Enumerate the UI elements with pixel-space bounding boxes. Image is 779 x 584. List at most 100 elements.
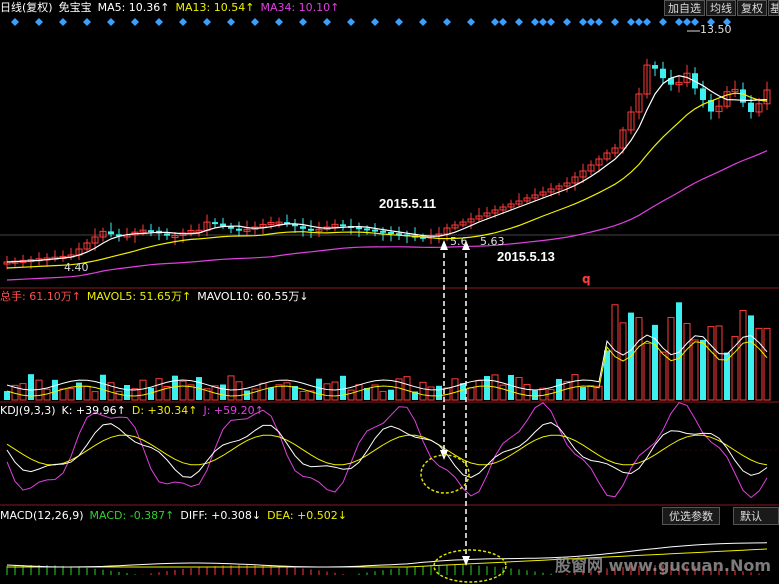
candle-down <box>372 229 378 232</box>
low-price-label-2: 5.63 <box>480 235 505 248</box>
signal-diamond <box>251 18 259 26</box>
ma5-value: MA5: 10.36↑ <box>97 1 170 14</box>
signal-diamond <box>443 18 451 26</box>
volume-bar-up <box>547 389 555 401</box>
signal-diamond <box>299 18 307 26</box>
volume-bar-up <box>515 377 523 401</box>
volume-bar-up <box>467 387 475 401</box>
signal-diamond <box>395 18 403 26</box>
kdj-k: K: +39.96↑ <box>61 404 126 417</box>
candle-down <box>300 226 306 229</box>
volume-bar-down <box>340 375 346 400</box>
signal-diamond <box>611 18 619 26</box>
optimal-params-button[interactable]: 优选参数 <box>662 507 720 525</box>
kdj-header: KDJ(9,3,3) K: +39.96↑ D: +30.34↑ J: +59.20↑ <box>0 403 270 419</box>
volume-bar-up <box>707 326 715 401</box>
signal-diamond <box>659 18 667 26</box>
candle-down <box>356 227 362 230</box>
highlight-ellipse-macd <box>433 549 507 583</box>
signal-diamond <box>35 18 43 26</box>
volume-bar-down <box>172 375 178 400</box>
signal-diamond <box>11 18 19 26</box>
signal-diamond <box>179 18 187 26</box>
signal-diamond <box>499 18 507 26</box>
macd-name: MACD(12,26,9) <box>0 509 84 522</box>
candle-down <box>700 88 706 101</box>
add-favorite-button[interactable]: 加自选 <box>664 0 705 16</box>
volume-bar-up <box>235 381 243 401</box>
ma-button[interactable]: 均线 <box>706 0 736 16</box>
dea-value: DEA: +0.502↓ <box>267 509 347 522</box>
signal-diamond <box>579 18 587 26</box>
volume-bar-up <box>587 385 595 401</box>
volume-bar-up <box>683 322 691 401</box>
volume-bar-up <box>475 380 483 401</box>
volume-bar-up <box>347 389 355 401</box>
volume-bar-down <box>220 384 226 400</box>
volume-bar-down <box>124 384 130 400</box>
candle-down <box>748 102 754 112</box>
volume-bar-down <box>652 324 658 400</box>
signal-diamond <box>563 18 571 26</box>
volume-bar-down <box>364 387 370 400</box>
volume-bar-down <box>52 379 58 400</box>
volume-bar-up <box>755 327 763 401</box>
default-params-button[interactable]: 默认参 <box>733 507 779 525</box>
q-marker: q <box>582 272 591 286</box>
volume-bar-up <box>91 391 99 401</box>
signal-diamond <box>683 18 691 26</box>
volume-bar-up <box>275 384 283 401</box>
signal-diamond <box>467 18 475 26</box>
volume-bar-up <box>299 391 307 401</box>
volume-bar-up <box>139 379 147 401</box>
candle-down <box>164 233 170 236</box>
candle-down <box>388 232 394 234</box>
volume-bar-down <box>580 387 586 400</box>
ma13-value: MA13: 10.54↑ <box>175 1 255 14</box>
signal-diamond <box>675 18 683 26</box>
signal-diamond <box>131 18 139 26</box>
candle-down <box>148 230 154 233</box>
volume-bar-down <box>436 385 442 400</box>
volume-bar-up <box>323 383 331 401</box>
signal-diamond <box>531 18 539 26</box>
volume-bar-up <box>355 384 363 401</box>
signal-diamond <box>419 18 427 26</box>
stock-chart-window: 日线(复权) 免宝宝 MA5: 10.36↑ MA13: 10.54↑ MA34: 10… <box>0 0 779 584</box>
ma34-value: MA34: 10.10↑ <box>260 1 340 14</box>
volume-bar-down <box>4 391 10 400</box>
volume-bar-up <box>259 382 267 401</box>
diff-value: DIFF: +0.308↓ <box>180 509 262 522</box>
volume-bar-up <box>523 384 531 401</box>
signal-diamond <box>347 18 355 26</box>
volume-bar-up <box>83 385 91 401</box>
volume-bar-down <box>508 374 514 400</box>
total-volume: 总手: 61.10万↑ <box>0 290 81 303</box>
volume-bar-down <box>76 382 82 400</box>
volume-bar-up <box>763 327 771 401</box>
volume-bar-up <box>611 304 619 401</box>
volume-bar-up <box>251 388 259 401</box>
volume-bar-up <box>427 386 435 401</box>
candle-down <box>220 223 226 227</box>
volume-bar-up <box>115 390 123 401</box>
volume-bar-up <box>331 381 339 401</box>
date-annotation-2: 2015.5.13 <box>497 249 555 264</box>
volume-bar-up <box>563 380 571 401</box>
signal-diamond <box>635 18 643 26</box>
volume-bar-up <box>379 390 387 401</box>
candle-down <box>340 224 346 227</box>
signal-diamond <box>203 18 211 26</box>
volume-bar-down <box>748 315 754 400</box>
low-price-label: 4.40 <box>64 261 89 274</box>
candle-down <box>364 228 370 231</box>
period-label: 日线(复权) <box>0 1 53 14</box>
mavol10-value: MAVOL10: 60.55万↓ <box>197 290 309 303</box>
volume-bar-up <box>499 384 507 401</box>
volume-bar-down <box>316 378 322 400</box>
volume-bar-down <box>700 339 706 400</box>
base-button[interactable]: 基 <box>768 0 779 16</box>
volume-bar-up <box>59 388 67 401</box>
restore-button[interactable]: 复权 <box>737 0 767 16</box>
signal-diamond <box>691 18 699 26</box>
